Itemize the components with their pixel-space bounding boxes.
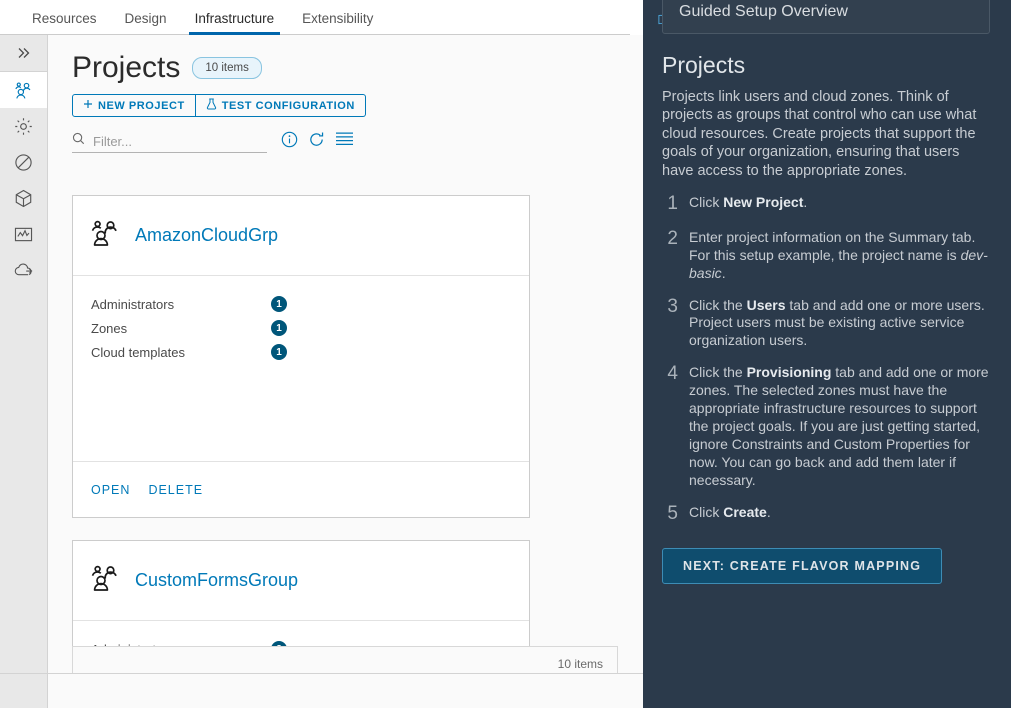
rail-item-policies[interactable]	[0, 144, 47, 180]
left-icon-rail	[0, 35, 48, 673]
project-stat-row: Administrators 1	[91, 292, 529, 316]
step-number: 2	[667, 227, 678, 249]
tab-extensibility[interactable]: Extensibility	[288, 11, 387, 35]
project-stat-label: Cloud templates	[91, 344, 185, 360]
gear-icon	[14, 117, 33, 136]
test-configuration-button[interactable]: TEST CONFIGURATION	[195, 94, 366, 117]
project-stat-badge: 1	[271, 320, 287, 336]
project-card: AmazonCloudGrp Administrators 1 Zones 1 Cloud…	[72, 195, 530, 518]
users-group-icon	[91, 220, 121, 251]
new-project-button[interactable]: NEW PROJECT	[72, 94, 196, 117]
project-card-title[interactable]: AmazonCloudGrp	[135, 225, 278, 246]
refresh-icon[interactable]	[308, 131, 325, 153]
step-text: Click Create.	[689, 503, 771, 520]
toolbar-icon-group	[281, 131, 354, 153]
users-group-icon	[91, 565, 121, 596]
guided-setup-tooltip: Guided Setup Overview	[662, 0, 990, 34]
guided-setup-steps: 1 Click New Project. 2 Enter project inform…	[662, 194, 992, 524]
cube-icon	[14, 189, 33, 208]
page-header: Projects 10 items NEW PROJECT TEST CONFI…	[48, 35, 643, 153]
step-text: Click New Project.	[689, 194, 808, 211]
guided-setup-step: 3 Click the Users tab and add one or more…	[662, 295, 992, 351]
tab-resources[interactable]: Resources	[18, 11, 111, 35]
rail-item-list	[0, 72, 47, 288]
item-count-pill: 10 items	[192, 57, 262, 79]
project-delete-link[interactable]: DELETE	[148, 483, 203, 497]
tab-design[interactable]: Design	[111, 11, 181, 35]
activity-chart-icon	[14, 226, 33, 243]
guided-setup-step: 5 Click Create.	[662, 502, 992, 525]
projects-card-area: AmazonCloudGrp Administrators 1 Zones 1 Cloud…	[72, 195, 643, 673]
projects-card-list: AmazonCloudGrp Administrators 1 Zones 1 Cloud…	[72, 195, 621, 673]
tab-infrastructure[interactable]: Infrastructure	[181, 11, 289, 35]
action-button-group: NEW PROJECT TEST CONFIGURATION	[72, 94, 643, 117]
cloud-connect-icon	[14, 262, 34, 279]
guided-setup-step: 1 Click New Project.	[662, 194, 992, 215]
project-card-header: CustomFormsGroup	[73, 541, 529, 621]
page-title: Projects	[72, 51, 181, 84]
step-text: Enter project information on the Summary…	[689, 228, 988, 281]
filter-toolbar	[72, 130, 643, 153]
guided-setup-step: 2 Enter project information on the Summar…	[662, 227, 992, 283]
panel-intro: Projects link users and cloud zones. Thi…	[662, 88, 977, 179]
filter-field-wrapper[interactable]	[72, 130, 267, 153]
users-group-icon	[14, 81, 34, 99]
list-view-icon[interactable]	[335, 131, 354, 153]
page-title-row: Projects 10 items	[72, 53, 643, 83]
project-card-title[interactable]: CustomFormsGroup	[135, 570, 298, 591]
bottom-strip	[0, 673, 643, 708]
step-number: 1	[667, 193, 678, 215]
search-icon	[72, 132, 91, 150]
rail-item-activity[interactable]	[0, 216, 47, 252]
project-stat-row: Zones 1	[91, 316, 529, 340]
project-open-link[interactable]: OPEN	[91, 483, 130, 497]
project-card-body: Administrators 1 Zones 1 Cloud templates 1	[73, 276, 529, 461]
flask-icon	[206, 98, 217, 113]
guided-setup-panel: GUIDED SETUP Guided Setup Overview Proje…	[643, 0, 1011, 708]
next-create-flavor-mapping-button[interactable]: NEXT: CREATE FLAVOR MAPPING	[662, 548, 943, 585]
test-configuration-label: TEST CONFIGURATION	[221, 99, 355, 112]
new-project-label: NEW PROJECT	[98, 99, 185, 112]
guided-setup-step: 4 Click the Provisioning tab and add one …	[662, 363, 992, 489]
step-number: 3	[667, 295, 678, 317]
rail-item-configuration[interactable]	[0, 108, 47, 144]
step-number: 5	[667, 502, 678, 524]
project-card-footer: OPEN DELETE	[73, 461, 529, 517]
project-stat-badge: 1	[271, 344, 287, 360]
rail-footer	[0, 674, 48, 708]
panel-heading: Projects	[662, 52, 746, 78]
info-icon[interactable]	[281, 131, 298, 153]
step-number: 4	[667, 363, 678, 385]
project-card-header: AmazonCloudGrp	[73, 196, 529, 276]
project-stat-label: Administrators	[91, 296, 175, 312]
rail-item-projects[interactable]	[0, 72, 47, 108]
step-text: Click the Provisioning tab and add one o…	[689, 364, 989, 488]
step-text: Click the Users tab and add one or more …	[689, 296, 985, 349]
project-stat-badge: 1	[271, 296, 287, 312]
project-stat-row: Cloud templates 1	[91, 340, 529, 364]
no-entry-icon	[14, 153, 33, 172]
app-root: Resources Design Infrastructure Extensibili…	[0, 0, 1011, 708]
main-content: Projects 10 items NEW PROJECT TEST CONFI…	[48, 35, 643, 673]
rail-item-resources[interactable]	[0, 180, 47, 216]
filter-input[interactable]	[91, 132, 255, 150]
chevron-double-right-icon[interactable]	[0, 35, 47, 72]
footer-item-count: 10 items	[557, 657, 603, 671]
plus-icon	[83, 99, 93, 112]
guided-setup-body: Projects Projects link users and cloud z…	[662, 52, 992, 585]
panel-left-sliver	[630, 0, 643, 708]
project-stat-label: Zones	[91, 320, 128, 336]
rail-item-connections[interactable]	[0, 252, 47, 288]
tooltip-text: Guided Setup Overview	[679, 3, 848, 20]
